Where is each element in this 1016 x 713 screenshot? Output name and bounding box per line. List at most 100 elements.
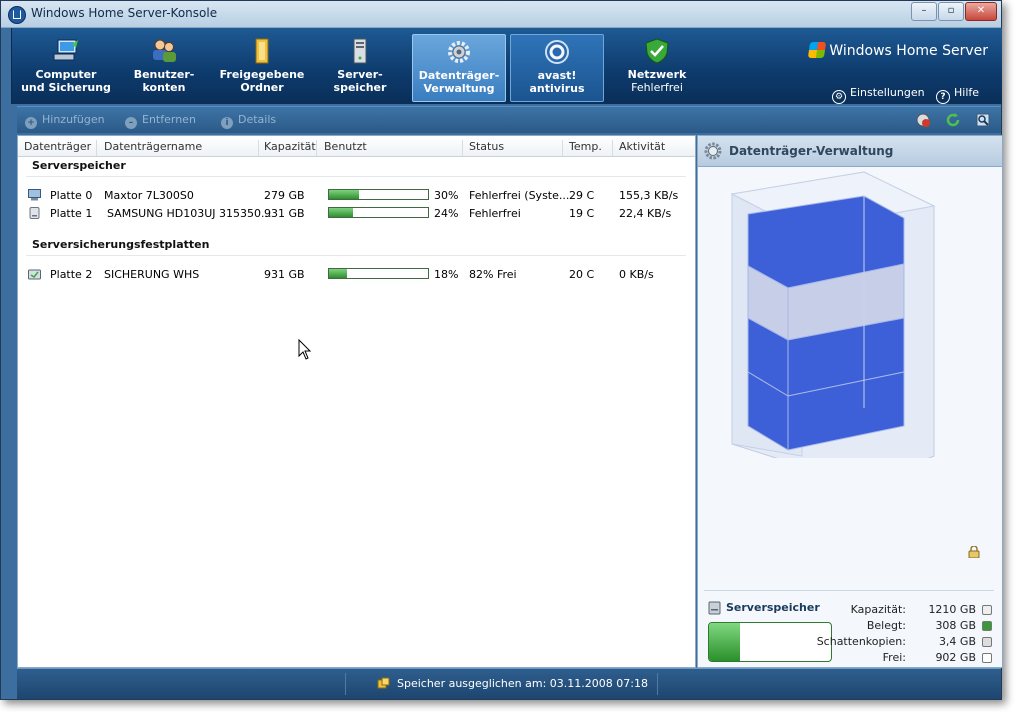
col-capacity[interactable]: Kapazität — [264, 140, 316, 153]
tab-computer-backup[interactable]: Computer und Sicherung — [16, 34, 116, 100]
network-label: Netzwerk — [627, 68, 687, 81]
disk-activity: 0 KB/s — [619, 268, 654, 281]
group-divider — [26, 176, 686, 177]
table-row[interactable]: Platte 0 Maxtor 7L300S0 279 GB 30% Fehle… — [18, 187, 695, 204]
disk-name: SICHERUNG WHS — [104, 268, 200, 281]
disk-temp: 29 C — [569, 189, 595, 202]
brand-logo: Windows Home Server — [808, 42, 988, 59]
remove-icon: – — [125, 117, 137, 129]
settings-link[interactable]: ⚙ Einstellungen — [832, 86, 925, 104]
server-icon — [353, 38, 367, 64]
tab-user-accounts[interactable]: Benutzer- konten — [120, 34, 208, 100]
disk-activity: 22,4 KB/s — [619, 207, 672, 220]
column-separator[interactable] — [316, 140, 317, 156]
tab-server-storage[interactable]: Server- speicher — [316, 34, 404, 100]
table-row[interactable]: Platte 2 SICHERUNG WHS 931 GB 18% 82% Fr… — [18, 266, 695, 283]
tab-shared-folders[interactable]: Freigegebene Ordner — [212, 34, 312, 100]
disk-used-pct: 30% — [434, 189, 459, 202]
disk-id: Platte 0 — [50, 189, 93, 202]
backup-disk-icon — [28, 269, 41, 280]
disk-name: SAMSUNG HD103UJ 315350... — [107, 207, 272, 220]
column-separator[interactable] — [258, 140, 259, 156]
minimize-button[interactable]: – — [911, 2, 937, 21]
stat-label: Kapazität: — [850, 603, 906, 616]
stat-value: 1210 GB — [928, 603, 976, 616]
col-temp[interactable]: Temp. — [569, 140, 602, 153]
stat-label: Schattenkopien: — [816, 635, 906, 648]
details-icon: i — [221, 117, 233, 129]
lock-icon[interactable] — [968, 546, 980, 558]
stat-value: 308 GB — [935, 619, 976, 632]
tab-disk-management[interactable]: Datenträger- Verwaltung — [412, 34, 506, 102]
disk-status: 82% Frei — [469, 268, 517, 281]
column-separator[interactable] — [562, 140, 563, 156]
console-window: Windows Home Server-Konsole – ▫ ✕ Comput… — [0, 0, 1003, 700]
help-link[interactable]: ? Hilfe — [936, 86, 979, 104]
folder-icon — [255, 38, 269, 64]
settings-tool-icon[interactable] — [915, 112, 931, 128]
column-separator[interactable] — [612, 140, 613, 156]
disk-status: Fehlerfrei (Syste... — [469, 189, 570, 202]
tab-avast-antivirus[interactable]: avast! antivirus — [510, 34, 604, 102]
table-row[interactable]: Platte 1 SAMSUNG HD103UJ 315350... 931 G… — [18, 205, 695, 222]
details-button[interactable]: i Details — [221, 113, 276, 129]
avast-icon — [545, 40, 569, 64]
col-used[interactable]: Benutzt — [324, 140, 367, 153]
remove-button[interactable]: – Entfernen — [125, 113, 196, 129]
settings-gear-icon: ⚙ — [832, 90, 846, 104]
toolbar: + Hinzufügen – Entfernen i Details — [17, 106, 1001, 133]
status-separator — [657, 673, 658, 695]
disk-capacity: 279 GB — [264, 189, 305, 202]
disk-id: Platte 1 — [50, 207, 93, 220]
network-status-text: Fehlerfrei — [631, 81, 683, 94]
col-status[interactable]: Status — [469, 140, 504, 153]
stat-used: Belegt: 308 GB — [704, 619, 994, 633]
col-activity[interactable]: Aktivität — [619, 140, 665, 153]
gear-icon — [704, 142, 722, 160]
tab-disk-management-label: Datenträger- Verwaltung — [418, 69, 500, 95]
title-bar[interactable]: Windows Home Server-Konsole – ▫ ✕ — [1, 1, 1001, 28]
group-server-storage: Serverspeicher — [32, 159, 126, 172]
network-status[interactable]: Netzwerk Fehlerfrei — [610, 34, 704, 100]
usage-bar-fill — [329, 208, 353, 217]
usage-bar-fill — [329, 190, 359, 199]
disk-temp: 19 C — [569, 207, 595, 220]
search-tool-icon[interactable] — [975, 112, 991, 128]
column-separator[interactable] — [96, 140, 97, 156]
stat-shadow-copies: Schattenkopien: 3,4 GB — [704, 635, 994, 649]
remove-label: Entfernen — [142, 113, 196, 126]
legend-swatch — [982, 621, 992, 631]
disk-list-header: Datenträger Datenträgername Kapazität Be… — [18, 136, 695, 157]
users-icon — [153, 39, 176, 62]
home-server-icon — [8, 6, 26, 24]
add-icon: + — [25, 117, 37, 129]
disk-name: Maxtor 7L300S0 — [104, 189, 194, 202]
group-divider — [26, 255, 686, 256]
legend-swatch — [982, 605, 992, 615]
system-disk-icon — [28, 189, 41, 201]
refresh-icon[interactable] — [945, 112, 961, 128]
balance-icon — [377, 677, 390, 689]
disk-list: Datenträger Datenträgername Kapazität Be… — [17, 135, 696, 668]
close-button[interactable]: ✕ — [965, 2, 997, 21]
usage-bar — [328, 268, 429, 279]
disk-activity: 155,3 KB/s — [619, 189, 679, 202]
disk-management-panel: Datenträger-Verwaltung Serverspeicher Ka… — [697, 135, 1003, 668]
tab-server-storage-label: Server- speicher — [333, 68, 387, 94]
maximize-button[interactable]: ▫ — [938, 2, 964, 21]
col-disk[interactable]: Datenträger — [24, 140, 91, 153]
stat-label: Frei: — [882, 651, 906, 664]
computer-icon — [53, 39, 78, 61]
tab-shared-folders-label: Freigegebene Ordner — [219, 68, 305, 94]
stat-capacity: Kapazität: 1210 GB — [704, 603, 994, 617]
help-label: Hilfe — [954, 86, 980, 99]
disk-status: Fehlerfrei — [469, 207, 521, 220]
status-message: Speicher ausgeglichen am: 03.11.2008 07:… — [397, 677, 648, 690]
disk-id: Platte 2 — [50, 268, 93, 281]
disk-temp: 20 C — [569, 268, 595, 281]
col-disk-name[interactable]: Datenträgername — [104, 140, 202, 153]
tab-user-accounts-label: Benutzer- konten — [133, 68, 195, 94]
help-icon: ? — [936, 90, 950, 104]
add-button[interactable]: + Hinzufügen — [25, 113, 105, 129]
column-separator[interactable] — [462, 140, 463, 156]
